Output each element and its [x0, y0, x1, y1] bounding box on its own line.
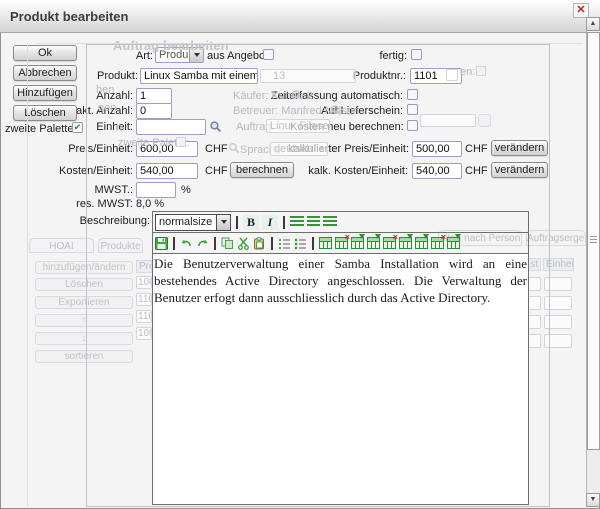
scroll-down-icon[interactable]: ▼ — [586, 493, 600, 507]
undo-icon[interactable] — [180, 237, 193, 250]
scrollbar-grip — [590, 236, 597, 243]
insert-row-after-icon[interactable] — [415, 237, 428, 249]
scrollbar-thumb[interactable] — [587, 32, 600, 450]
align-left-icon[interactable] — [290, 216, 304, 228]
cut-icon[interactable] — [237, 237, 250, 250]
window-title: Produkt bearbeiten — [10, 9, 128, 24]
font-size-dropdown[interactable]: normalsize — [155, 214, 231, 231]
italic-button[interactable]: I — [262, 215, 278, 230]
chevron-down-icon[interactable] — [216, 215, 230, 230]
ghost-tab-hoai-rechner: HOAI Rechner — [29, 238, 94, 253]
delete-column-icon[interactable] — [383, 237, 396, 249]
bold-button[interactable]: B — [243, 215, 259, 230]
insert-row-before-icon[interactable] — [399, 237, 412, 249]
numbered-list-icon[interactable] — [294, 237, 307, 250]
merge-cells-icon[interactable] — [447, 237, 460, 249]
insert-column-before-icon[interactable] — [351, 237, 364, 249]
scroll-up-icon[interactable]: ▲ — [586, 17, 600, 31]
beschreibung-text[interactable]: Die Benutzerverwaltung einer Samba Insta… — [153, 254, 528, 504]
search-icon[interactable] — [209, 120, 222, 133]
bullet-list-icon[interactable] — [278, 237, 291, 250]
toolbar-separator — [312, 237, 314, 250]
toolbar-separator — [236, 216, 238, 229]
produkt-bearbeiten-window: Auftrag bearbeiten hen gen n zweite Pale… — [0, 0, 600, 509]
insert-table-icon[interactable] — [319, 237, 332, 249]
editor-toolbar-edit — [153, 233, 528, 254]
insert-column-after-icon[interactable] — [367, 237, 380, 249]
editor-toolbar-format: normalsize B I — [153, 212, 528, 233]
delete-row-icon[interactable] — [431, 237, 444, 249]
toolbar-separator — [283, 216, 285, 229]
redo-icon[interactable] — [196, 237, 209, 250]
ghost-panel-left-line — [27, 43, 28, 507]
delete-table-icon[interactable] — [335, 237, 348, 249]
align-center-icon[interactable] — [307, 216, 320, 228]
close-icon[interactable]: ✕ — [573, 3, 589, 18]
font-size-value: normalsize — [156, 215, 216, 230]
toolbar-separator — [173, 237, 175, 250]
align-justify-icon[interactable] — [323, 216, 337, 228]
copy-icon[interactable] — [221, 237, 234, 250]
toolbar-separator — [271, 237, 273, 250]
save-icon[interactable] — [155, 237, 168, 250]
toolbar-separator — [214, 237, 216, 250]
paste-icon[interactable] — [253, 237, 266, 250]
beschreibung-editor: normalsize B I — [152, 211, 529, 505]
